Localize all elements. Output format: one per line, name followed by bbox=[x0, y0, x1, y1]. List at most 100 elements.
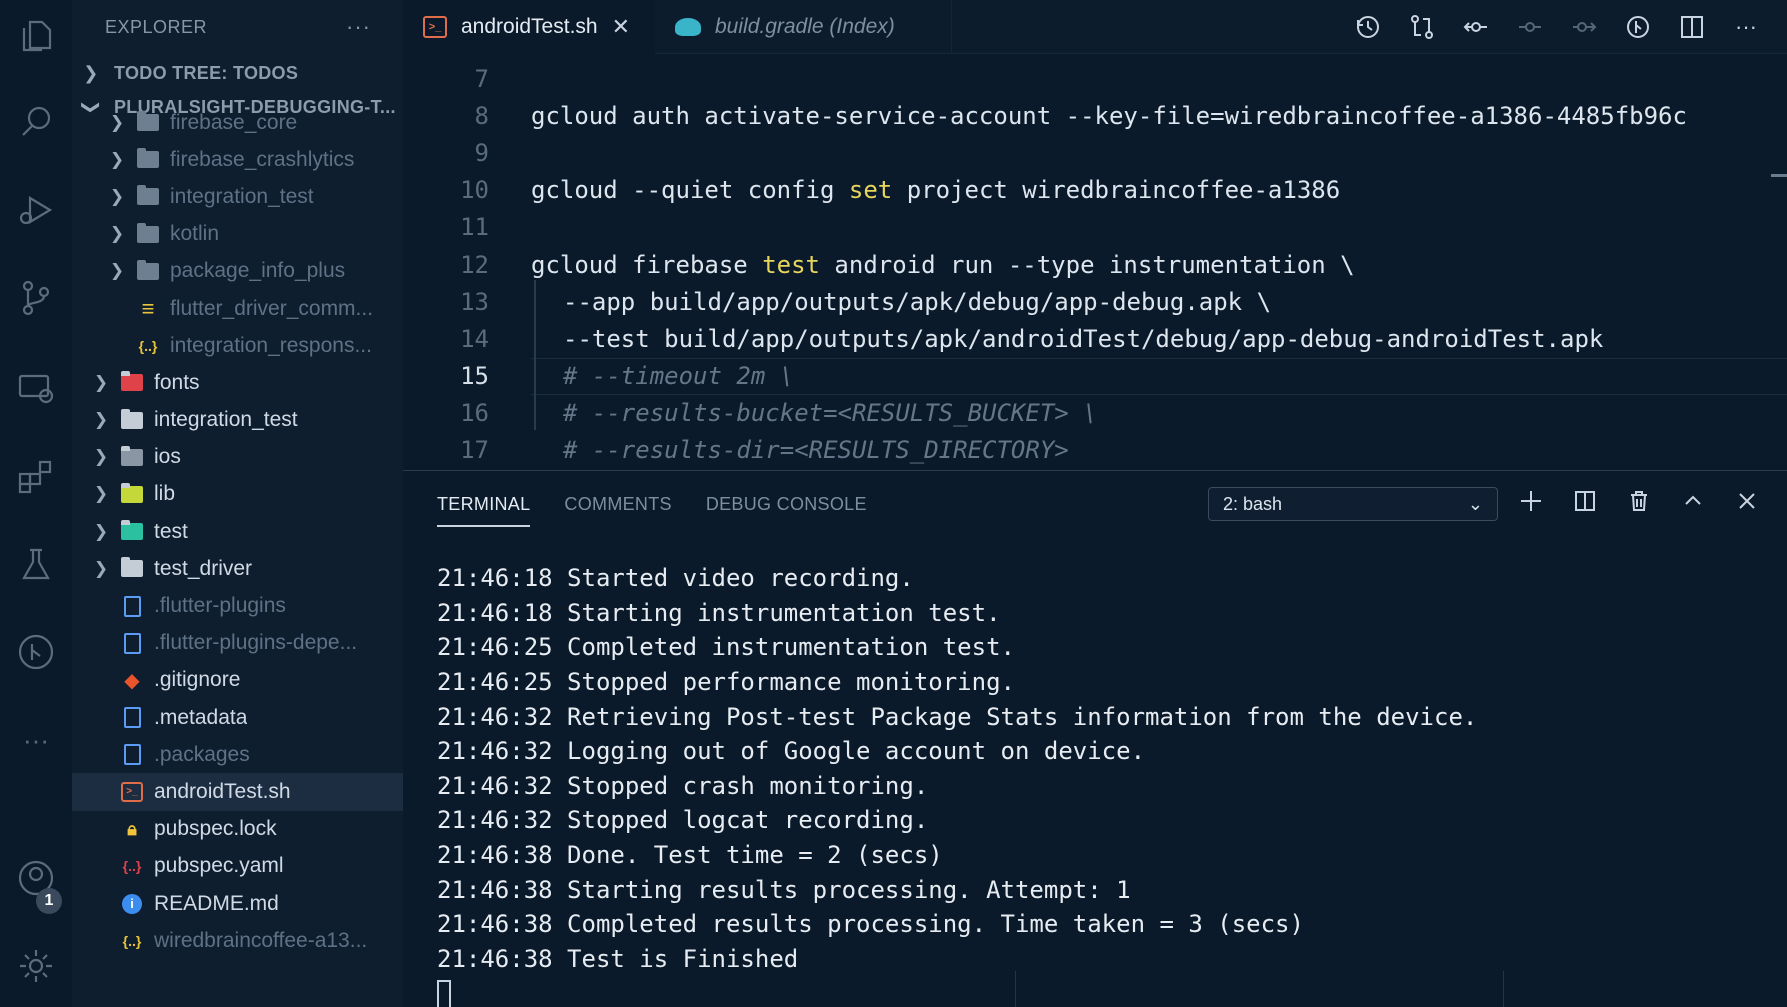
run-debug-icon[interactable] bbox=[8, 182, 64, 238]
tree-item[interactable]: .packages bbox=[72, 736, 403, 773]
tab-debug-console[interactable]: DEBUG CONSOLE bbox=[706, 471, 867, 537]
terminal-output[interactable]: 21:46:18 Started video recording. 21:46:1… bbox=[437, 561, 1477, 1007]
testing-icon[interactable] bbox=[8, 536, 64, 592]
tree-item-label: pubspec.lock bbox=[154, 817, 277, 841]
activity-bar: ··· 1 bbox=[0, 0, 72, 1007]
tab-android-test-sh[interactable]: >_ androidTest.sh ✕ bbox=[403, 0, 655, 54]
json-file-icon: {..} bbox=[138, 337, 158, 354]
tab-comments[interactable]: COMMENTS bbox=[564, 471, 671, 537]
tree-item[interactable]: i README.md bbox=[72, 885, 403, 922]
keyword-token: set bbox=[848, 176, 893, 205]
chevron-right-icon: ❯ bbox=[109, 261, 125, 281]
terminal-line: 21:46:38 Starting results processing. At… bbox=[437, 875, 1131, 904]
terminal-line: 21:46:18 Started video recording. bbox=[437, 564, 914, 593]
tree-item[interactable]: ❯ firebase_core bbox=[72, 104, 403, 141]
tree-item[interactable]: ❯ kotlin bbox=[72, 216, 403, 253]
tree-item[interactable]: .metadata bbox=[72, 699, 403, 736]
close-panel-icon[interactable] bbox=[1731, 485, 1763, 517]
terminal-select[interactable]: 2: bash ⌄ bbox=[1208, 487, 1498, 521]
todo-tree-section[interactable]: ❯ TODO TREE: TODOS bbox=[72, 54, 403, 92]
tree-item[interactable]: ❯ firebase_crashlytics bbox=[72, 141, 403, 178]
tree-item[interactable]: ❯ ios bbox=[72, 439, 403, 476]
search-icon[interactable] bbox=[8, 94, 64, 150]
scrollbar-marker[interactable] bbox=[1771, 174, 1787, 177]
divider bbox=[1015, 971, 1016, 1007]
split-editor-icon[interactable] bbox=[1675, 10, 1709, 44]
code-line: 10 gcloud --quiet config set project wire… bbox=[403, 172, 1787, 209]
tree-item-label: .flutter-plugins-depe... bbox=[154, 631, 358, 655]
tree-item[interactable]: ❯ integration_test bbox=[72, 178, 403, 215]
divider bbox=[1503, 971, 1504, 1007]
code-text: --test build/app/outputs/apk/androidTest… bbox=[563, 324, 1604, 353]
explorer-more-button[interactable]: ··· bbox=[346, 14, 371, 40]
source-control-icon[interactable] bbox=[8, 270, 64, 326]
tree-item[interactable]: ❯ test bbox=[72, 513, 403, 550]
chevron-right-icon: ❯ bbox=[93, 558, 109, 578]
code-line: 16 # --results-bucket=<RESULTS_BUCKET> \ bbox=[403, 395, 1787, 432]
terminal-line: 21:46:25 Stopped performance monitoring. bbox=[437, 668, 1015, 697]
tree-item-label: lib bbox=[154, 482, 176, 506]
settings-gear-icon[interactable] bbox=[8, 938, 64, 994]
tree-item[interactable]: .flutter-plugins bbox=[72, 587, 403, 624]
accounts-icon[interactable]: 1 bbox=[8, 850, 64, 914]
chevron-right-icon: ❯ bbox=[109, 186, 125, 206]
more-actions-icon[interactable]: ··· bbox=[1729, 10, 1763, 44]
tab-build-gradle[interactable]: build.gradle (Index) bbox=[655, 0, 952, 54]
explorer-icon[interactable] bbox=[8, 8, 64, 64]
tree-item[interactable]: ❯ fonts bbox=[72, 364, 403, 401]
tree-item[interactable]: .flutter-plugins-depe... bbox=[72, 625, 403, 662]
tree-item-label: firebase_crashlytics bbox=[170, 147, 355, 171]
tree-item-label: test bbox=[154, 519, 188, 543]
maximize-panel-icon[interactable] bbox=[1677, 485, 1709, 517]
fonts-folder-icon bbox=[120, 371, 144, 394]
tree-item-label: .metadata bbox=[154, 705, 248, 729]
terminal-line: 21:46:18 Starting instrumentation test. bbox=[437, 598, 1001, 627]
tree-item[interactable]: 🔒︎ pubspec.lock bbox=[72, 811, 403, 848]
folder-icon bbox=[136, 148, 160, 171]
tree-item[interactable]: ≡ flutter_driver_comm... bbox=[72, 290, 403, 327]
keyword-token: test bbox=[762, 250, 820, 279]
tree-item-label: ios bbox=[154, 445, 181, 469]
editor-toolbar: ··· bbox=[1351, 0, 1787, 54]
code-line: 15 # --timeout 2m \ bbox=[403, 357, 1787, 395]
split-terminal-icon[interactable] bbox=[1569, 485, 1601, 517]
close-icon[interactable]: ✕ bbox=[612, 14, 630, 40]
git-lens-icon[interactable] bbox=[1621, 10, 1655, 44]
git-graph-icon[interactable] bbox=[8, 624, 64, 680]
tree-item-label: fonts bbox=[154, 370, 200, 394]
timeline-history-icon[interactable] bbox=[1351, 10, 1385, 44]
commit-icon[interactable] bbox=[1513, 10, 1547, 44]
trash-icon[interactable] bbox=[1623, 485, 1655, 517]
extensions-icon[interactable] bbox=[8, 448, 64, 504]
remote-explorer-icon[interactable] bbox=[8, 360, 64, 416]
tab-label: androidTest.sh bbox=[461, 15, 598, 38]
test-folder-icon bbox=[120, 520, 144, 543]
previous-commit-icon[interactable] bbox=[1459, 10, 1493, 44]
explorer-title: EXPLORER bbox=[105, 16, 208, 37]
code-token: project wiredbraincoffee-a1386 bbox=[892, 176, 1341, 205]
tree-item[interactable]: ❯ test_driver bbox=[72, 550, 403, 587]
new-terminal-icon[interactable] bbox=[1515, 485, 1547, 517]
tree-item[interactable]: {..} integration_respons... bbox=[72, 327, 403, 364]
tree-item[interactable]: ❯ package_info_plus bbox=[72, 253, 403, 290]
tree-item[interactable]: {..} wiredbraincoffee-a13... bbox=[72, 922, 403, 959]
tree-item[interactable]: >_ androidTest.sh bbox=[72, 773, 403, 811]
compare-changes-icon[interactable] bbox=[1405, 10, 1439, 44]
tree-item[interactable]: ❯ lib bbox=[72, 476, 403, 513]
tab-terminal[interactable]: TERMINAL bbox=[437, 471, 531, 537]
tree-item-label: androidTest.sh bbox=[154, 779, 291, 803]
editor-area: >_ androidTest.sh ✕ build.gradle (Index)… bbox=[403, 0, 1787, 470]
more-views-icon[interactable]: ··· bbox=[8, 712, 64, 768]
tree-item[interactable]: {..} pubspec.yaml bbox=[72, 848, 403, 885]
folder-icon bbox=[136, 259, 160, 282]
json-file-icon: {..} bbox=[122, 932, 142, 949]
next-commit-icon[interactable] bbox=[1567, 10, 1601, 44]
line-number: 8 bbox=[474, 101, 489, 130]
code-editor[interactable]: 7 8 gcloud auth activate-service-account -… bbox=[403, 60, 1787, 469]
tree-item[interactable]: ❯ integration_test bbox=[72, 402, 403, 439]
tree-item[interactable]: ◆ .gitignore bbox=[72, 662, 403, 699]
code-text: gcloud --quiet config set project wiredb… bbox=[531, 176, 1340, 204]
terminal-select-value: 2: bash bbox=[1223, 493, 1283, 514]
code-text: # --timeout 2m \ bbox=[563, 362, 795, 391]
code-line: 7 bbox=[403, 60, 1787, 97]
